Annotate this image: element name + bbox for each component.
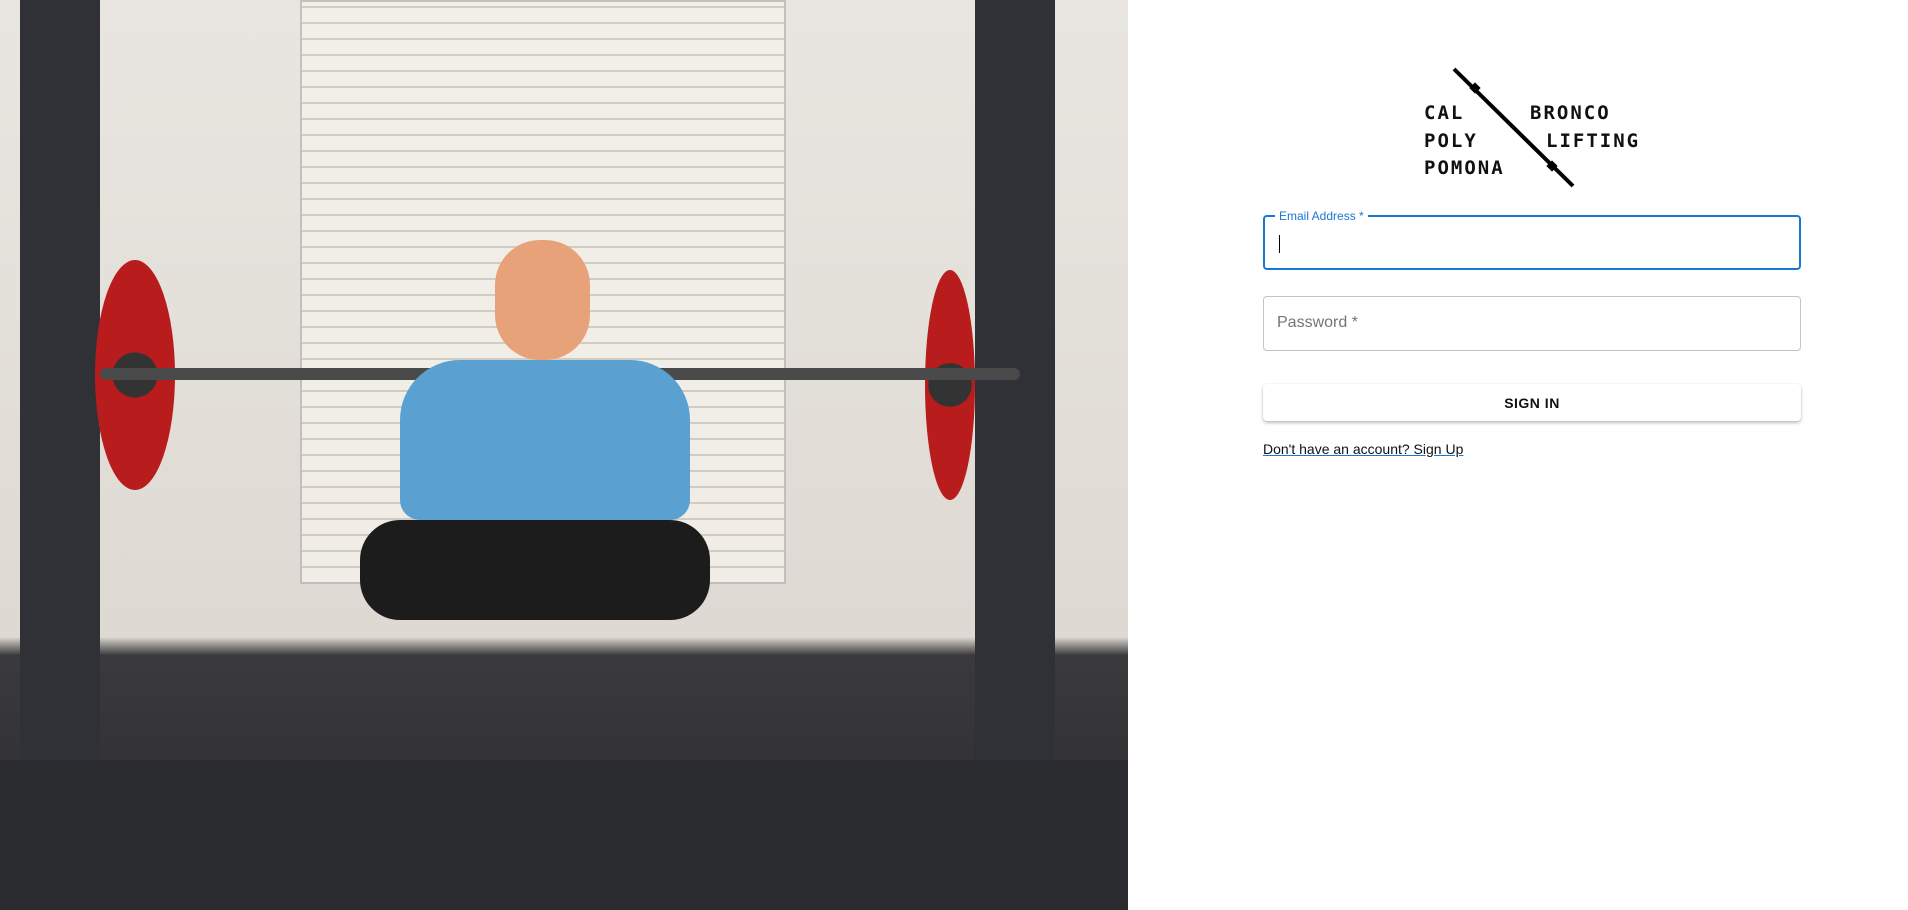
lifter-legs [360, 520, 710, 620]
email-label: Email Address * [1275, 209, 1368, 223]
gym-floor [0, 760, 1128, 910]
sign-in-button[interactable]: SIGN IN [1263, 384, 1801, 421]
email-field[interactable]: Email Address * [1263, 209, 1801, 270]
password-input[interactable] [1276, 309, 1780, 339]
logo-text: BRONCO [1530, 102, 1611, 124]
logo-text: POMONA [1424, 157, 1505, 179]
logo-text: POLY [1424, 130, 1478, 152]
logo-text: CAL [1424, 102, 1465, 124]
rack-right [975, 0, 1055, 780]
sign-up-link[interactable]: Don't have an account? Sign Up [1263, 441, 1463, 457]
email-input[interactable] [1277, 229, 1781, 259]
plate-right [925, 270, 975, 500]
hero-photo-squat-lifter [0, 0, 1128, 910]
rack-left [20, 0, 100, 780]
logo-text: LIFTING [1546, 130, 1641, 152]
club-logo: CAL BRONCO POLY LIFTING POMONA [1418, 66, 1648, 190]
password-field[interactable]: Password * [1263, 296, 1801, 351]
lifter-body [400, 360, 690, 520]
lifter-head [495, 240, 590, 360]
